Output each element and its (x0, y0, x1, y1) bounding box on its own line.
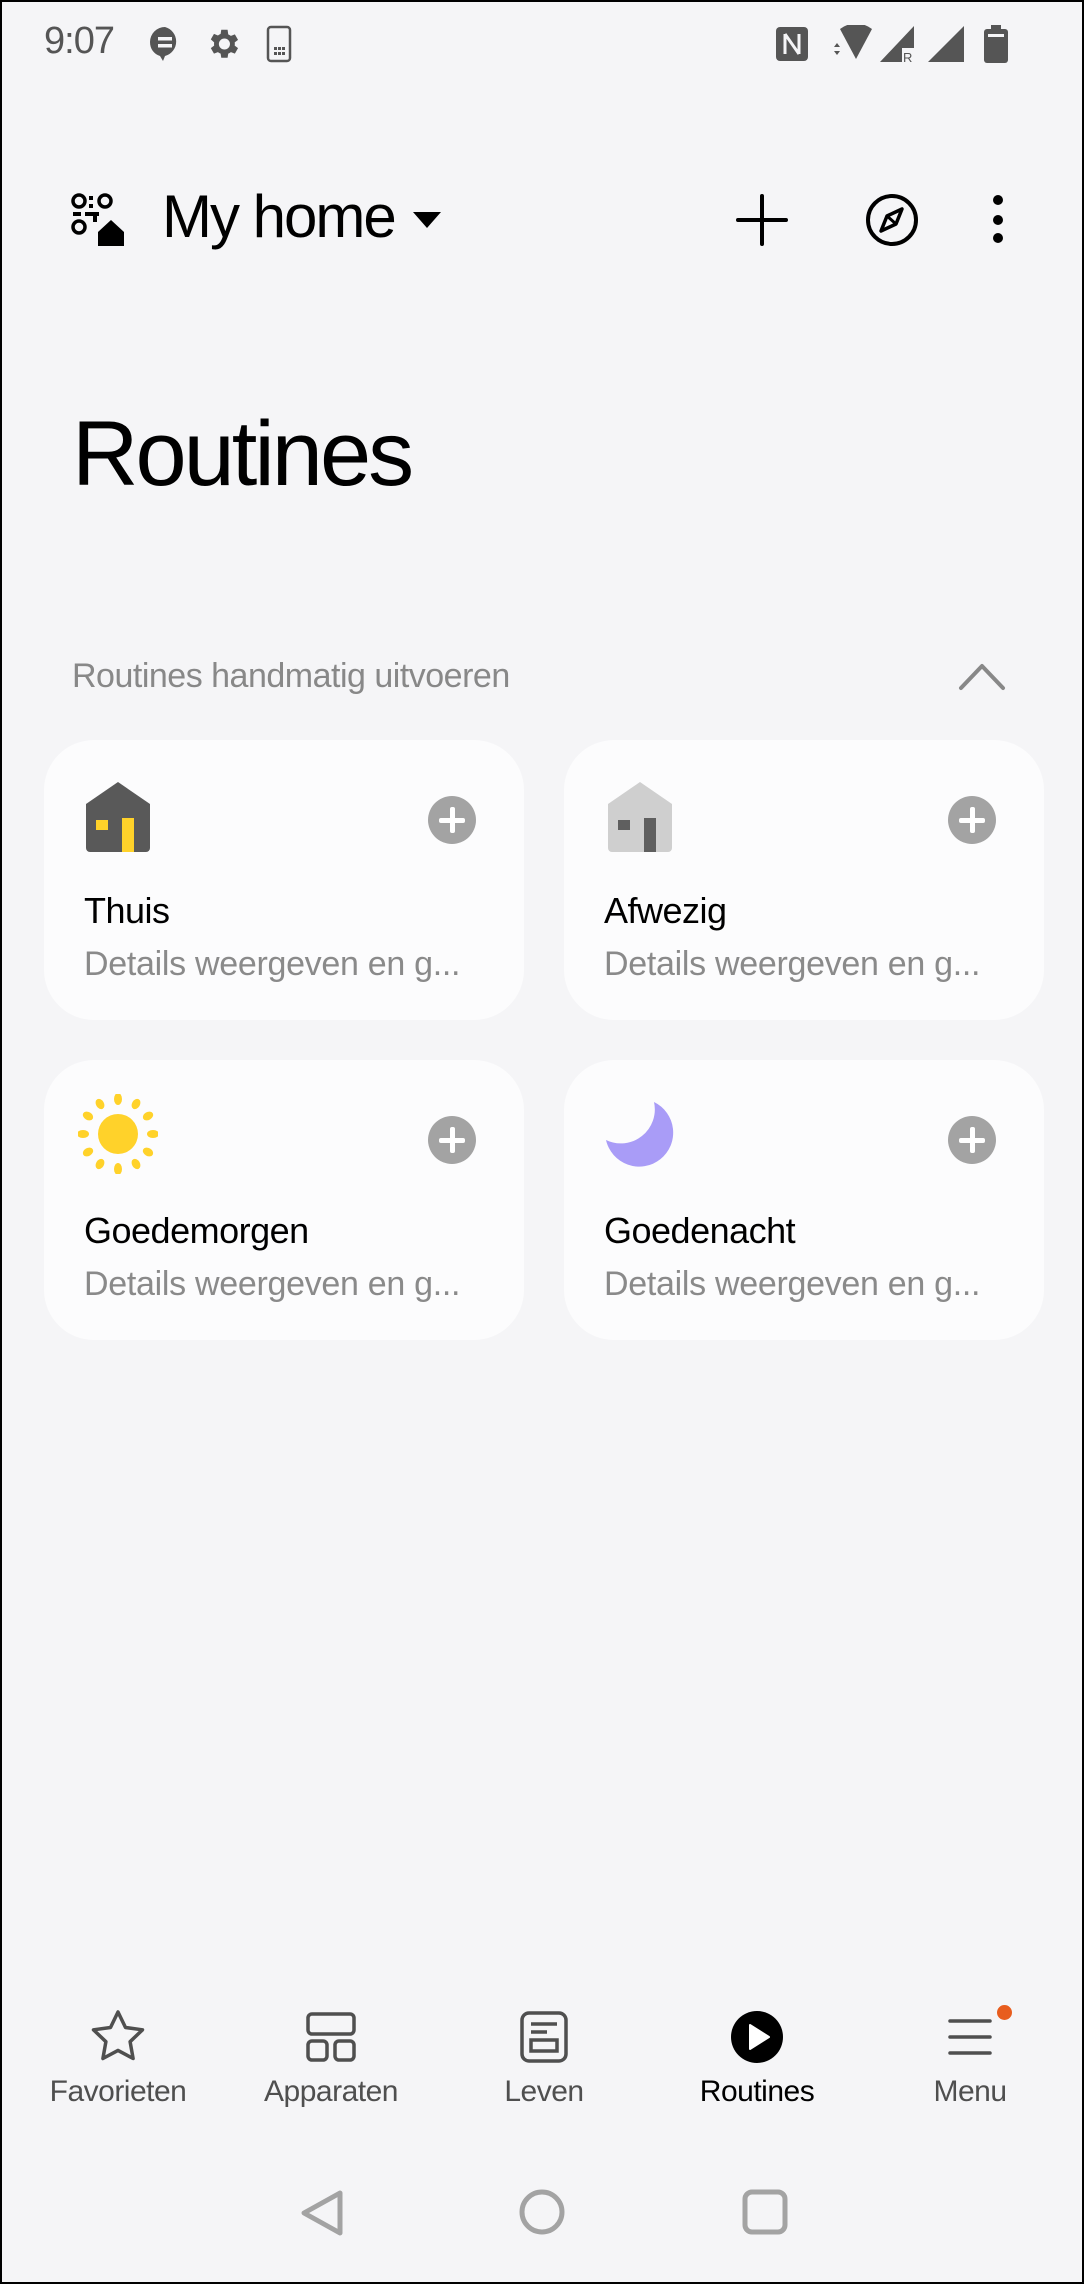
devices-icon (301, 2007, 361, 2067)
more-vertical-icon (993, 195, 1003, 243)
routine-name: Afwezig (604, 890, 727, 931)
routine-name: Thuis (84, 890, 170, 931)
nav-tab-leven[interactable]: Leven (444, 2007, 644, 2117)
nav-tab-menu[interactable]: Menu (870, 2005, 1070, 2117)
home-name: My home (162, 183, 397, 250)
nav-label: Favorieten (49, 2075, 187, 2108)
routine-description: Details weergeven en g... (604, 945, 981, 983)
routine-description: Details weergeven en g... (604, 1265, 981, 1303)
back-triangle-icon (301, 2190, 343, 2236)
status-time: 9:07 (44, 20, 115, 62)
section-label: Routines handmatig uitvoeren (72, 657, 510, 695)
routine-name: Goedemorgen (84, 1210, 309, 1251)
page-title: Routines (72, 403, 414, 505)
system-home-button[interactable] (517, 2187, 577, 2247)
chevron-up-icon (959, 664, 1005, 690)
routine-card-goedemorgen[interactable]: Goedemorgen Details weergeven en g... (44, 1060, 524, 1340)
home-selector[interactable]: My home (162, 182, 441, 251)
sim-card-icon (266, 24, 292, 64)
routine-description: Details weergeven en g... (84, 945, 461, 983)
nfc-icon (774, 24, 810, 64)
battery-icon (982, 24, 1010, 64)
svg-text:R: R (903, 50, 912, 64)
routine-card-thuis[interactable]: Thuis Details weergeven en g... (44, 740, 524, 1020)
nav-tab-routines[interactable]: Routines (657, 2007, 857, 2117)
nav-tab-favorieten[interactable]: Favorieten (18, 2007, 218, 2117)
routine-card-afwezig[interactable]: Afwezig Details weergeven en g... (564, 740, 1044, 1020)
home-icon (82, 780, 154, 852)
add-routine-button[interactable] (948, 796, 996, 844)
nav-label: Apparaten (264, 2075, 398, 2108)
system-back-button[interactable] (298, 2187, 358, 2247)
add-routine-button[interactable] (948, 1116, 996, 1164)
add-routine-button[interactable] (428, 796, 476, 844)
home-switcher-icon[interactable] (70, 192, 126, 248)
life-icon (514, 2007, 574, 2067)
sun-icon (77, 1093, 159, 1175)
notification-badge (997, 2005, 1012, 2020)
routines-play-icon (727, 2007, 787, 2067)
settings-icon (204, 24, 242, 64)
add-routine-button[interactable] (428, 1116, 476, 1164)
away-home-icon (604, 780, 676, 852)
system-recents-button[interactable] (740, 2187, 800, 2247)
compass-icon (866, 194, 918, 246)
wifi-icon (830, 24, 874, 64)
discover-button[interactable] (864, 192, 920, 248)
signal-icon (926, 24, 966, 64)
chevron-down-icon (412, 211, 441, 228)
star-icon (88, 2007, 148, 2067)
routine-name: Goedenacht (604, 1210, 796, 1251)
routine-card-goedenacht[interactable]: Goedenacht Details weergeven en g... (564, 1060, 1044, 1340)
message-notification-icon (148, 24, 182, 64)
add-icon (736, 194, 788, 246)
menu-icon (940, 2005, 1012, 2067)
recents-square-icon (742, 2189, 788, 2235)
routine-description: Details weergeven en g... (84, 1265, 461, 1303)
add-button[interactable] (734, 192, 790, 248)
home-circle-icon (519, 2189, 565, 2235)
nav-label: Routines (699, 2075, 815, 2108)
collapse-section-button[interactable] (958, 662, 1006, 692)
moon-icon (602, 1100, 674, 1172)
nav-label: Leven (504, 2075, 584, 2108)
more-options-button[interactable] (982, 192, 1014, 248)
signal-roaming-icon: R (878, 24, 918, 64)
nav-tab-apparaten[interactable]: Apparaten (231, 2007, 431, 2117)
nav-label: Menu (933, 2075, 1007, 2108)
